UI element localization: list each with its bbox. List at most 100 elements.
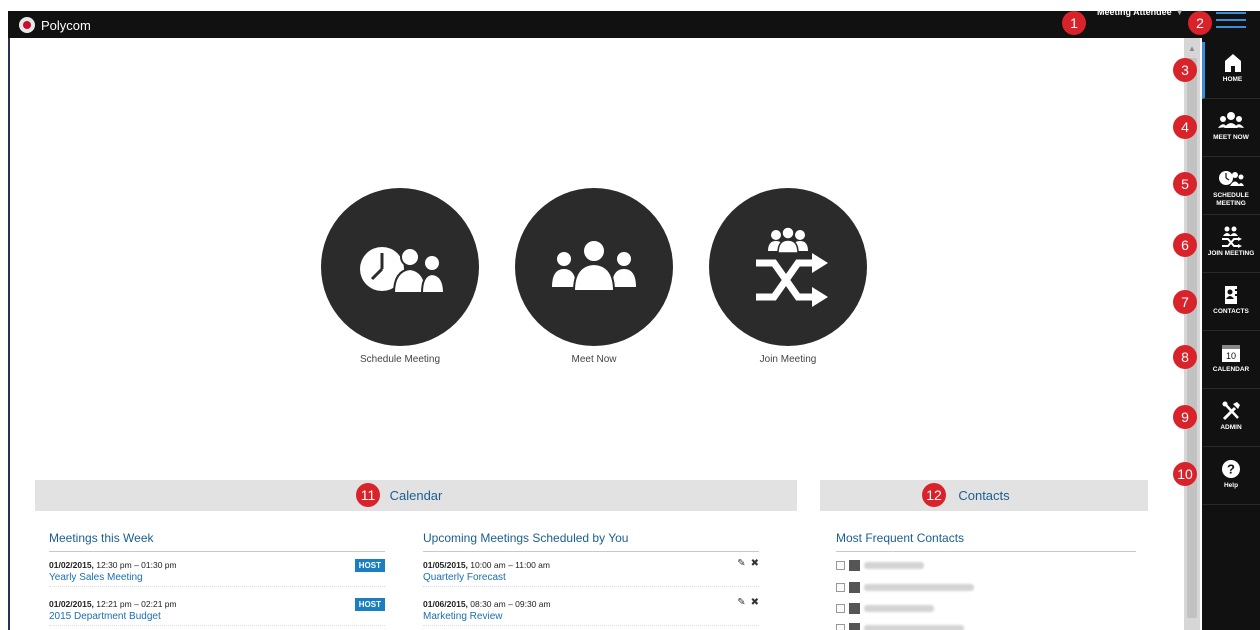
meet-now-circle[interactable]	[515, 188, 673, 346]
upcoming-meeting-item[interactable]: 01/06/2015, 08:30 am – 09:30 am Marketin…	[423, 597, 759, 626]
sidebar-label-home: HOME	[1222, 76, 1243, 83]
callout-badge: 9	[1173, 405, 1197, 429]
sidebar-item-calendar[interactable]: 10 CALENDAR	[1202, 332, 1260, 389]
meetings-this-week-header: Meetings this Week	[49, 531, 385, 552]
calendar-icon: 10	[1222, 345, 1240, 362]
meeting-time: 10:00 am – 11:00 am	[467, 560, 550, 570]
sidebar-label-help: Help	[1223, 482, 1239, 489]
callout-badge: 5	[1173, 172, 1197, 196]
meeting-date: 01/02/2015,	[49, 599, 94, 609]
contact-row[interactable]	[836, 582, 974, 593]
meeting-time: 12:30 pm – 01:30 pm	[93, 560, 177, 570]
callout-badge: 4	[1173, 115, 1197, 139]
sidebar-item-schedule-meeting[interactable]: SCHEDULE MEETING	[1202, 158, 1260, 215]
contact-name-redacted	[864, 605, 934, 612]
user-role-label: Meeting Attendee	[1097, 7, 1172, 17]
contact-avatar-icon	[849, 582, 860, 593]
contact-checkbox[interactable]	[836, 604, 845, 613]
sidebar-label-join-meeting: JOIN MEETING	[1207, 250, 1255, 257]
contact-row[interactable]	[836, 560, 924, 571]
group-icon	[1218, 112, 1244, 128]
join-meeting-circle[interactable]	[709, 188, 867, 346]
help-icon: ?	[1222, 460, 1240, 478]
frequent-contacts-header: Most Frequent Contacts	[836, 531, 1136, 552]
hamburger-menu-icon[interactable]	[1216, 12, 1246, 32]
sidebar-nav: HOME MEET NOW SCHEDULE MEETING JOIN MEET…	[1202, 38, 1260, 630]
contacts-icon	[1225, 286, 1238, 304]
join-meeting-action[interactable]: Join Meeting	[708, 188, 868, 365]
join-icon	[1222, 226, 1242, 248]
tools-icon	[1222, 401, 1240, 421]
callout-badge: 6	[1173, 233, 1197, 257]
clock-group-icon	[1219, 171, 1244, 186]
scroll-thumb[interactable]	[1187, 58, 1197, 618]
join-meeting-icon	[756, 227, 828, 307]
host-badge: HOST	[354, 598, 385, 611]
callout-badge: 11	[356, 483, 380, 507]
sidebar-label-calendar: CALENDAR	[1212, 366, 1250, 373]
meeting-actions: ✎ ✖	[737, 597, 759, 608]
join-meeting-label: Join Meeting	[759, 354, 817, 365]
meeting-date: 01/02/2015,	[49, 560, 94, 570]
delete-icon[interactable]: ✖	[751, 597, 759, 608]
contact-row[interactable]	[836, 623, 964, 630]
delete-icon[interactable]: ✖	[751, 558, 759, 569]
callout-badge: 8	[1173, 345, 1197, 369]
meeting-actions: ✎ ✖	[737, 558, 759, 569]
meeting-date: 01/05/2015,	[423, 560, 468, 570]
host-badge: HOST	[354, 559, 385, 572]
callout-badge: 3	[1173, 58, 1197, 82]
sidebar-item-admin[interactable]: ADMIN	[1202, 390, 1260, 447]
callout-badge: 1	[1062, 11, 1086, 35]
contact-name-redacted	[864, 625, 964, 630]
contacts-panel-header: Contacts	[820, 480, 1148, 511]
callout-badge: 10	[1173, 462, 1197, 486]
brand[interactable]: Polycom	[19, 16, 91, 34]
callout-badge: 2	[1188, 11, 1212, 35]
scroll-up-arrow-icon[interactable]: ▲	[1188, 44, 1196, 53]
calendar-panel-header: Calendar	[35, 480, 797, 511]
callout-badge: 7	[1173, 290, 1197, 314]
meeting-title-link[interactable]: 2015 Department Budget	[49, 611, 385, 622]
edit-icon[interactable]: ✎	[737, 558, 745, 569]
meeting-title-link[interactable]: Marketing Review	[423, 611, 759, 622]
contact-row[interactable]	[836, 603, 934, 614]
sidebar-label-meet-now: MEET NOW	[1213, 134, 1249, 141]
svg-text:?: ?	[1227, 462, 1235, 477]
sidebar-item-help[interactable]: ? Help	[1202, 448, 1260, 505]
meeting-item[interactable]: 01/02/2015, 12:30 pm – 01:30 pm Yearly S…	[49, 559, 385, 587]
edit-icon[interactable]: ✎	[737, 597, 745, 608]
meeting-item[interactable]: 01/02/2015, 12:21 pm – 02:21 pm 2015 Dep…	[49, 598, 385, 626]
contacts-panel-title[interactable]: Contacts	[958, 488, 1009, 503]
calendar-day: 10	[1226, 351, 1236, 361]
contact-name-redacted	[864, 562, 924, 569]
meeting-title-link[interactable]: Yearly Sales Meeting	[49, 572, 385, 583]
polycom-logo-icon	[19, 17, 35, 33]
contact-checkbox[interactable]	[836, 583, 845, 592]
user-role-menu[interactable]: Meeting Attendee ▼	[1097, 7, 1184, 17]
contact-avatar-icon	[849, 603, 860, 614]
meeting-title-link[interactable]: Quarterly Forecast	[423, 572, 759, 583]
contact-name-redacted	[864, 584, 974, 591]
schedule-meeting-label: Schedule Meeting	[359, 354, 441, 365]
sidebar-item-home[interactable]: HOME	[1202, 42, 1260, 99]
upcoming-meeting-item[interactable]: 01/05/2015, 10:00 am – 11:00 am Quarterl…	[423, 558, 759, 587]
sidebar-label-schedule-meeting: SCHEDULE MEETING	[1213, 192, 1249, 207]
meet-now-action[interactable]: Meet Now	[514, 188, 674, 365]
sidebar-item-join-meeting[interactable]: JOIN MEETING	[1202, 216, 1260, 273]
schedule-meeting-action[interactable]: Schedule Meeting	[320, 188, 480, 365]
calendar-panel-title[interactable]: Calendar	[390, 488, 443, 503]
sidebar-item-contacts[interactable]: CONTACTS	[1202, 274, 1260, 331]
meeting-time: 08:30 am – 09:30 am	[467, 599, 551, 609]
callout-badge: 12	[922, 483, 946, 507]
contact-checkbox[interactable]	[836, 561, 845, 570]
sidebar-item-meet-now[interactable]: MEET NOW	[1202, 100, 1260, 157]
meet-now-label: Meet Now	[571, 354, 617, 365]
contact-avatar-icon	[849, 623, 860, 630]
sidebar-label-admin: ADMIN	[1220, 424, 1242, 431]
meeting-time: 12:21 pm – 02:21 pm	[93, 599, 177, 609]
brand-name: Polycom	[41, 17, 91, 33]
schedule-meeting-circle[interactable]	[321, 188, 479, 346]
contact-checkbox[interactable]	[836, 624, 845, 630]
meeting-date: 01/06/2015,	[423, 599, 468, 609]
